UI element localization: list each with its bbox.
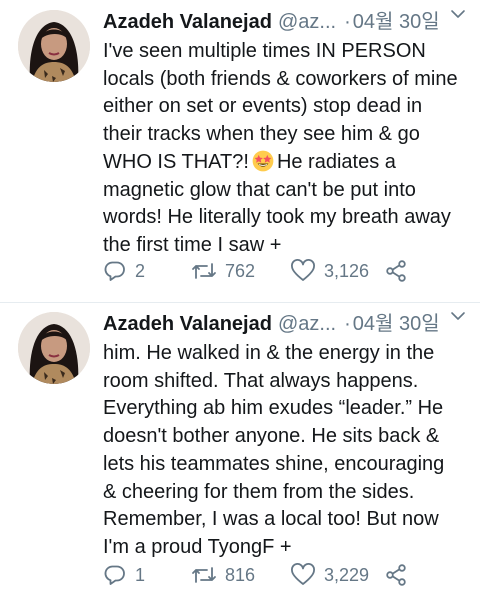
tweet-header: Azadeh Valanejad @az... · 04월 30일 bbox=[103, 310, 473, 338]
author-name[interactable]: Azadeh Valanejad bbox=[103, 313, 272, 335]
author-name[interactable]: Azadeh Valanejad bbox=[103, 11, 272, 33]
separator-dot: · bbox=[344, 313, 351, 335]
star-struck-emoji bbox=[252, 150, 274, 172]
avatar-image bbox=[18, 312, 90, 384]
reply-count: 2 bbox=[135, 260, 146, 281]
author-handle[interactable]: @az... bbox=[278, 11, 336, 33]
reply-button[interactable]: 1 bbox=[103, 562, 145, 588]
retweet-count: 762 bbox=[225, 260, 256, 281]
share-icon bbox=[386, 564, 406, 586]
share-button[interactable] bbox=[384, 562, 408, 588]
reply-icon bbox=[104, 565, 125, 585]
avatar-image bbox=[18, 10, 90, 82]
reply-count: 1 bbox=[135, 564, 146, 585]
tweet[interactable]: Azadeh Valanejad @az... · 04월 30일 him. He w… bbox=[0, 302, 480, 607]
chevron-down-icon[interactable] bbox=[450, 6, 466, 22]
avatar[interactable] bbox=[18, 10, 90, 82]
retweet-button[interactable]: 762 bbox=[191, 258, 255, 284]
separator-dot: · bbox=[344, 11, 351, 33]
reply-button[interactable]: 2 bbox=[103, 258, 145, 284]
tweet-header: Azadeh Valanejad @az... · 04월 30일 bbox=[103, 8, 473, 36]
tweet-actions: 1 816 3,229 bbox=[103, 562, 433, 588]
like-button[interactable]: 3,229 bbox=[290, 562, 369, 588]
tweet-date[interactable]: 04월 30일 bbox=[353, 11, 440, 33]
tweet[interactable]: Azadeh Valanejad @az... · 04월 30일 I've seen… bbox=[0, 0, 480, 302]
retweet-count: 816 bbox=[225, 564, 256, 585]
avatar[interactable] bbox=[18, 312, 90, 384]
share-icon bbox=[386, 260, 406, 282]
tweet-date[interactable]: 04월 30일 bbox=[353, 313, 440, 335]
retweet-icon bbox=[192, 567, 216, 583]
heart-icon bbox=[291, 259, 315, 281]
like-button[interactable]: 3,126 bbox=[290, 258, 369, 284]
like-count: 3,229 bbox=[324, 564, 370, 585]
tweet-actions: 2 762 3,126 bbox=[103, 258, 433, 284]
heart-icon bbox=[291, 563, 315, 585]
retweet-icon bbox=[192, 263, 216, 279]
tweet-text: I've seen multiple times IN PERSON local… bbox=[103, 38, 463, 260]
author-handle[interactable]: @az... bbox=[278, 313, 336, 335]
chevron-down-icon[interactable] bbox=[450, 308, 466, 324]
tweet-text: him. He walked in & the energy in the ro… bbox=[103, 342, 445, 558]
retweet-button[interactable]: 816 bbox=[191, 562, 255, 588]
share-button[interactable] bbox=[384, 258, 408, 284]
like-count: 3,126 bbox=[324, 260, 370, 281]
reply-icon bbox=[104, 261, 125, 281]
